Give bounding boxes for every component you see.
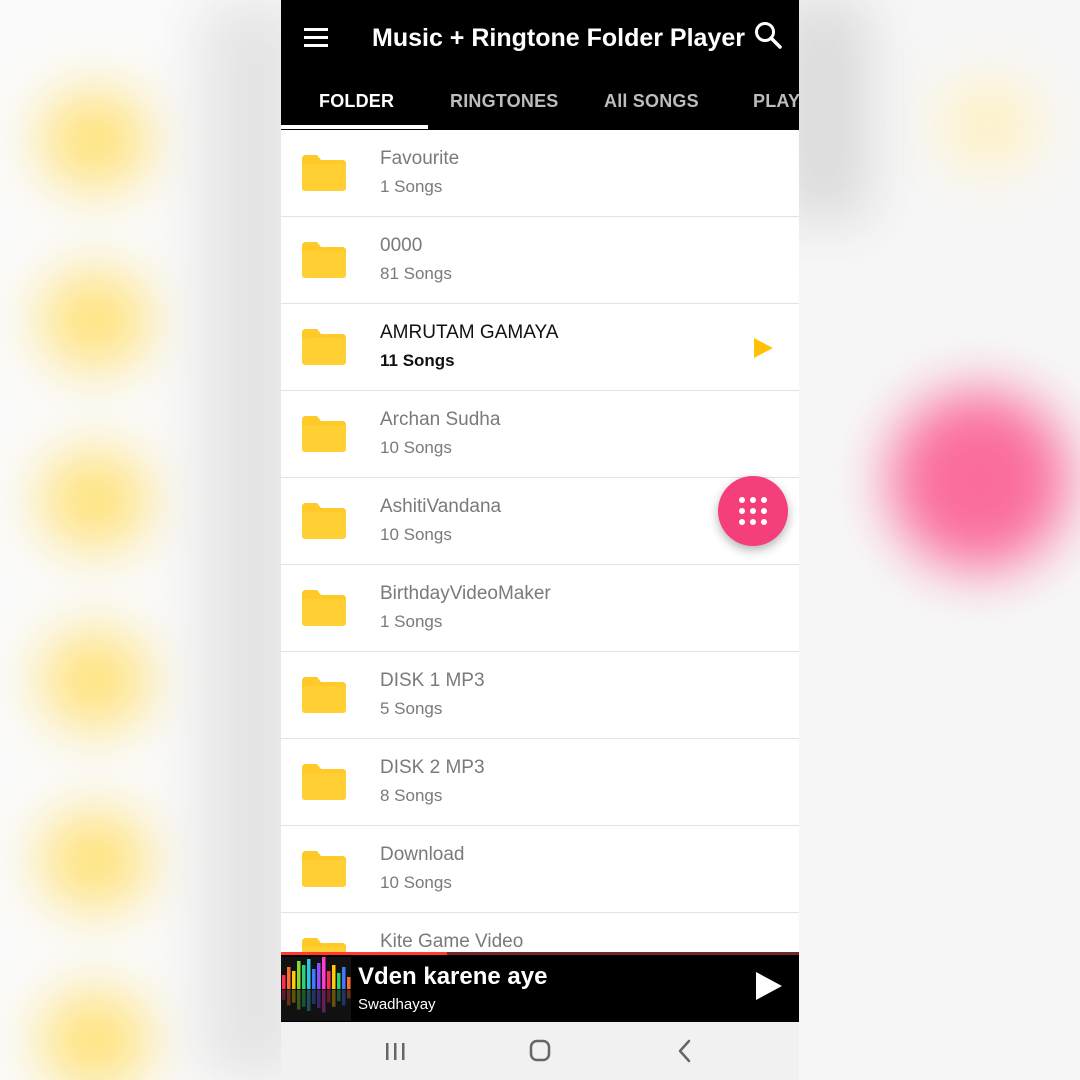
folder-name: BirthdayVideoMaker — [380, 583, 551, 604]
equalizer-album-art — [281, 957, 351, 1021]
recents-icon[interactable] — [375, 1034, 415, 1068]
tab-playlist[interactable]: PLAYLIST — [753, 78, 799, 125]
folder-song-count: 11 Songs — [380, 351, 455, 370]
folder-icon — [302, 851, 346, 887]
folder-icon — [302, 938, 346, 952]
folder-row[interactable]: Archan Sudha 10 Songs — [281, 391, 799, 478]
app-bar: Music + Ringtone Folder Player FOLDER RI… — [281, 0, 799, 130]
folder-name: Kite Game Video — [380, 931, 524, 952]
tab-all-songs[interactable]: All SONGS — [604, 78, 699, 125]
folder-row[interactable]: Download 10 Songs — [281, 826, 799, 913]
play-icon[interactable] — [751, 969, 785, 1003]
folder-icon — [302, 503, 346, 539]
app-title: Music + Ringtone Folder Player — [372, 24, 745, 52]
folder-icon — [302, 329, 346, 365]
folder-name: AMRUTAM GAMAYA — [380, 322, 559, 343]
back-icon[interactable] — [665, 1034, 705, 1068]
now-playing-bar[interactable]: Vden karene aye Swadhayay — [281, 952, 799, 1022]
folder-name: DISK 2 MP3 — [380, 757, 485, 778]
tab-folder[interactable]: FOLDER — [319, 78, 394, 125]
blurred-background-right — [799, 0, 1080, 1080]
folder-row-now-playing[interactable]: AMRUTAM GAMAYA 11 Songs — [281, 304, 799, 391]
playback-progress-fill — [281, 952, 447, 955]
folder-row[interactable]: BirthdayVideoMaker 1 Songs — [281, 565, 799, 652]
folder-icon — [302, 242, 346, 278]
active-tab-indicator — [281, 125, 428, 129]
system-navigation-bar — [281, 1022, 799, 1080]
folder-row[interactable]: 0000 81 Songs — [281, 217, 799, 304]
folder-icon — [302, 155, 346, 191]
folder-row[interactable]: Favourite 1 Songs — [281, 130, 799, 217]
tab-ringtones[interactable]: RINGTONES — [450, 78, 558, 125]
folder-song-count: 5 Songs — [380, 699, 443, 718]
folder-name: Download — [380, 844, 465, 865]
search-icon[interactable] — [749, 18, 789, 54]
folder-row[interactable]: Kite Game Video — [281, 913, 799, 952]
folder-song-count: 10 Songs — [380, 438, 452, 457]
folder-song-count: 8 Songs — [380, 786, 443, 805]
folder-name: DISK 1 MP3 — [380, 670, 485, 691]
folder-name: 0000 — [380, 235, 423, 256]
grid-dots-icon — [739, 497, 767, 525]
fab-menu-button[interactable] — [718, 476, 788, 546]
folder-song-count: 10 Songs — [380, 525, 452, 544]
folder-song-count: 1 Songs — [380, 177, 443, 196]
app-screen: Music + Ringtone Folder Player FOLDER RI… — [281, 0, 799, 1080]
folder-song-count: 81 Songs — [380, 264, 452, 283]
folder-name: Favourite — [380, 148, 460, 169]
folder-row[interactable]: DISK 2 MP3 8 Songs — [281, 739, 799, 826]
folder-name: Archan Sudha — [380, 409, 501, 430]
folder-icon — [302, 590, 346, 626]
tab-bar: FOLDER RINGTONES All SONGS PLAYLIST — [281, 78, 799, 128]
folder-icon — [302, 764, 346, 800]
playing-indicator-icon[interactable] — [752, 337, 774, 359]
folder-name: AshitiVandana — [380, 496, 502, 517]
folder-icon — [302, 416, 346, 452]
now-playing-artist: Swadhayay — [358, 996, 436, 1013]
folder-song-count: 1 Songs — [380, 612, 443, 631]
hamburger-menu-icon[interactable] — [295, 18, 337, 56]
folder-row[interactable]: DISK 1 MP3 5 Songs — [281, 652, 799, 739]
blurred-background-left — [0, 0, 281, 1080]
folder-list: Favourite 1 Songs 0000 81 Songs AMRUTAM … — [281, 130, 799, 952]
now-playing-title: Vden karene aye — [358, 963, 548, 990]
home-icon[interactable] — [520, 1034, 560, 1068]
folder-song-count: 10 Songs — [380, 873, 452, 892]
folder-icon — [302, 677, 346, 713]
